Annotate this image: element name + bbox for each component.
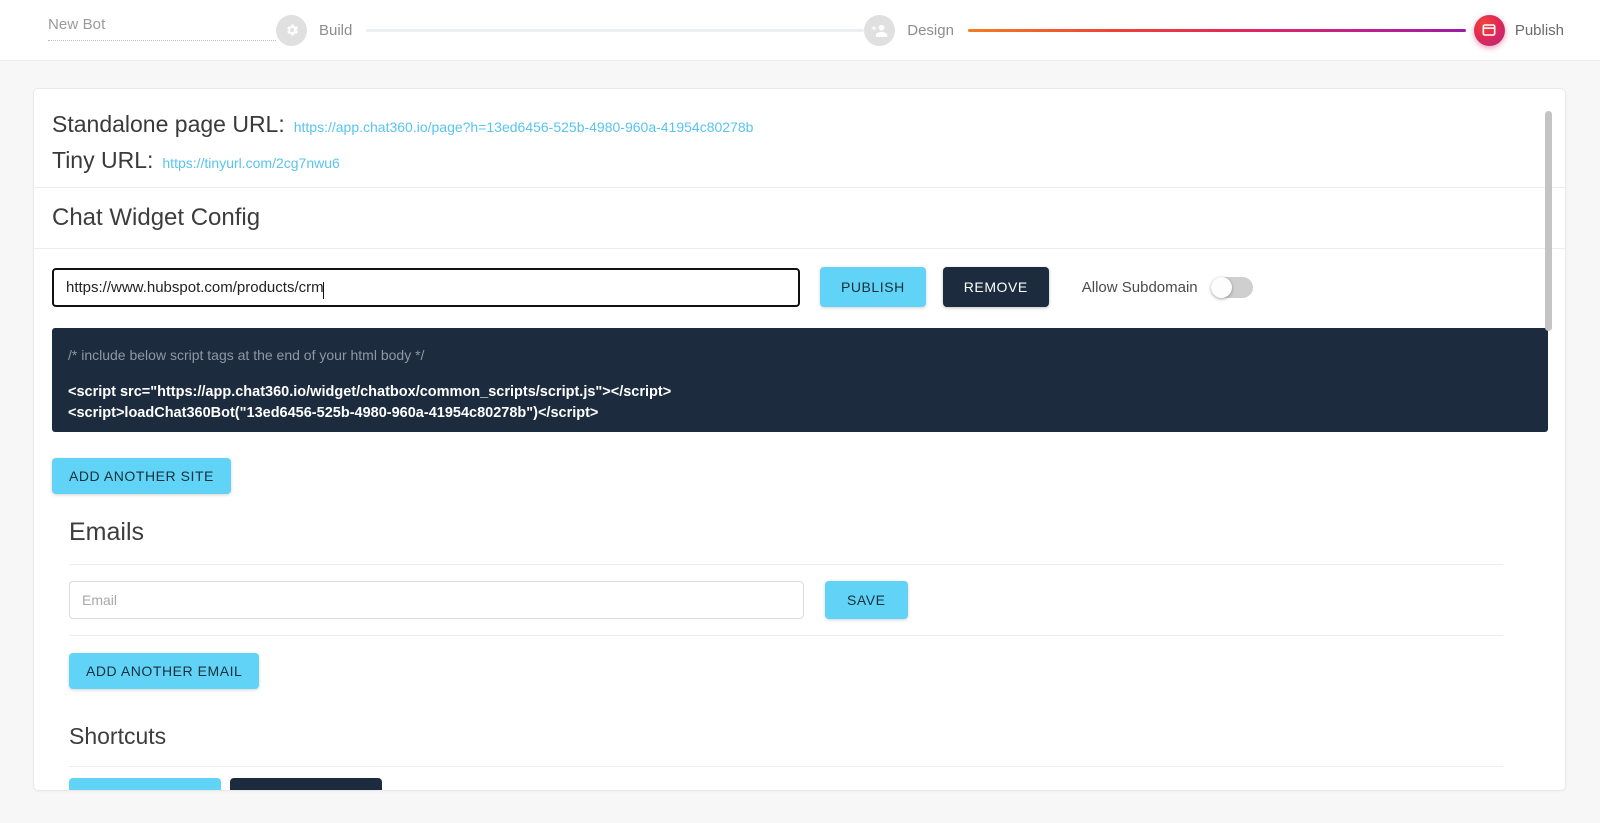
bot-name-field-wrap: New Bot — [48, 16, 276, 45]
toggle-knob — [1210, 276, 1232, 298]
standalone-url-row: Standalone page URL: https://app.chat360… — [52, 111, 1535, 138]
email-row: SAVE — [69, 565, 1503, 635]
gear-icon — [276, 14, 307, 46]
add-another-site-button[interactable]: ADD ANOTHER SITE — [52, 458, 231, 494]
divider-under-email-row — [69, 635, 1503, 636]
tiny-url-row: Tiny URL: https://tinyurl.com/2cg7nwu6 — [52, 147, 1535, 174]
shortcut-chip-primary[interactable] — [69, 778, 221, 790]
embed-code-comment: /* include below script tags at the end … — [68, 347, 425, 363]
emails-block: Emails SAVE ADD ANOTHER EMAIL Shortcuts — [34, 494, 1565, 790]
step-design-label: Design — [907, 21, 954, 39]
card-scrollbar-track[interactable] — [1545, 99, 1552, 774]
add-another-email-button[interactable]: ADD ANOTHER EMAIL — [69, 653, 260, 689]
stepper: Build Design Publish — [276, 0, 1600, 61]
save-email-button[interactable]: SAVE — [825, 581, 908, 619]
emails-title: Emails — [69, 518, 145, 546]
tiny-url-label: Tiny URL: — [52, 147, 154, 173]
embed-code-line-2: <script>loadChat360Bot("13ed6456-525b-49… — [68, 405, 599, 421]
allow-subdomain-label: Allow Subdomain — [1081, 278, 1198, 296]
step-publish[interactable]: Publish — [1473, 14, 1584, 46]
card-scrollbar-thumb[interactable] — [1545, 111, 1552, 331]
site-url-input-value: https://www.hubspot.com/products/crm — [66, 278, 324, 296]
standalone-url-label: Standalone page URL: — [52, 111, 285, 137]
page-body: Standalone page URL: https://app.chat360… — [0, 61, 1600, 823]
allow-subdomain-toggle[interactable] — [1210, 276, 1253, 298]
tiny-url-link[interactable]: https://tinyurl.com/2cg7nwu6 — [162, 155, 339, 171]
card-scroll-content: Standalone page URL: https://app.chat360… — [34, 89, 1565, 790]
shortcut-chip-row — [69, 767, 1503, 790]
remove-button[interactable]: REMOVE — [942, 267, 1049, 307]
step-design[interactable]: Design — [864, 14, 954, 46]
step-build-label: Build — [319, 21, 353, 39]
embed-code-line-1: <script src="https://app.chat360.io/widg… — [68, 384, 672, 400]
publish-button[interactable]: PUBLISH — [820, 267, 926, 307]
chat-widget-config-title: Chat Widget Config — [52, 204, 261, 231]
connector-design-publish — [967, 28, 1466, 32]
widget-site-row: https://www.hubspot.com/products/crm PUB… — [34, 249, 1565, 307]
connector-build-design — [366, 28, 865, 32]
publish-window-icon — [1473, 14, 1505, 46]
embed-code-block[interactable]: /* include below script tags at the end … — [52, 328, 1548, 432]
top-stepper-bar: New Bot Build Design Publish — [0, 0, 1600, 61]
shortcut-chip-secondary[interactable] — [230, 778, 382, 790]
add-person-icon — [864, 14, 896, 46]
publish-settings-card: Standalone page URL: https://app.chat360… — [33, 88, 1566, 791]
bot-name-input[interactable]: New Bot — [48, 16, 276, 41]
step-build[interactable]: Build — [276, 14, 353, 46]
site-url-input[interactable]: https://www.hubspot.com/products/crm — [52, 267, 800, 307]
text-caret — [322, 281, 324, 299]
shortcuts-title: Shortcuts — [69, 723, 167, 749]
urls-block: Standalone page URL: https://app.chat360… — [34, 111, 1565, 174]
email-input[interactable] — [69, 581, 804, 619]
standalone-url-link[interactable]: https://app.chat360.io/page?h=13ed6456-5… — [294, 119, 754, 135]
allow-subdomain-group: Allow Subdomain — [1081, 276, 1253, 298]
step-publish-label: Publish — [1514, 21, 1565, 39]
